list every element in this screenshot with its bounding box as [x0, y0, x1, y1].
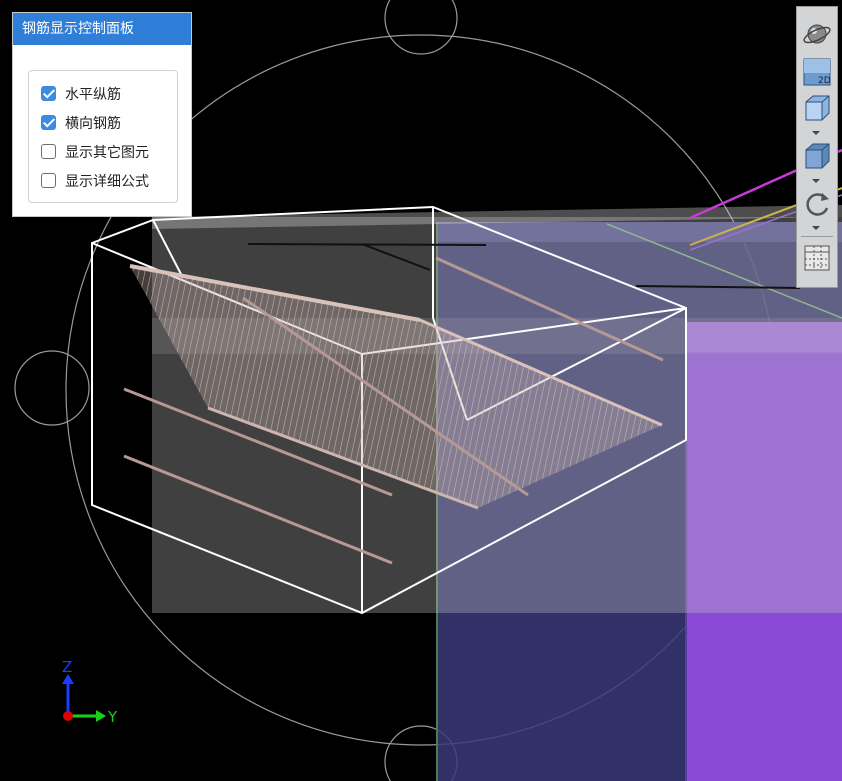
- view-3d-wire-button[interactable]: [802, 93, 832, 123]
- axis-indicator: Z Y: [50, 658, 140, 738]
- view-toolbar: 2D: [796, 6, 838, 288]
- view-2d-button[interactable]: 2D: [802, 57, 832, 87]
- checkbox-transverse-rebar[interactable]: [41, 115, 56, 130]
- chevron-down-icon[interactable]: [812, 131, 820, 135]
- checkbox-show-detailed-formula[interactable]: [41, 173, 56, 188]
- rebar-display-control-panel: 钢筋显示控制面板 水平纵筋 横向钢筋 显示其它图元 显示详细公式: [12, 12, 192, 217]
- option-label: 横向钢筋: [65, 115, 121, 132]
- view-3d-box-icon: [805, 95, 830, 121]
- nav-node-top: [384, 0, 458, 55]
- z-axis-label: Z: [62, 658, 72, 676]
- chevron-down-icon[interactable]: [812, 179, 820, 183]
- grid-settings-icon: [804, 245, 830, 271]
- orbit-icon: [803, 24, 831, 44]
- view-2d-label: 2D: [818, 76, 831, 86]
- panel-title: 钢筋显示控制面板: [13, 13, 191, 45]
- chevron-down-icon[interactable]: [812, 226, 820, 230]
- grid-settings-button[interactable]: [802, 243, 832, 273]
- checkbox-horizontal-longitudinal-rebar[interactable]: [41, 86, 56, 101]
- solid-box-icon: [805, 143, 830, 169]
- nav-node-left: [14, 350, 90, 426]
- option-transverse-rebar[interactable]: 横向钢筋: [29, 108, 177, 137]
- option-show-detailed-formula[interactable]: 显示详细公式: [29, 166, 177, 195]
- rotate-icon: [806, 193, 829, 216]
- option-show-other-elements[interactable]: 显示其它图元: [29, 137, 177, 166]
- view-solid-button[interactable]: [802, 141, 832, 171]
- orbit-button[interactable]: [802, 19, 832, 49]
- rotate-button[interactable]: [802, 189, 832, 219]
- toolbar-divider: [801, 236, 833, 237]
- option-label: 显示详细公式: [65, 173, 149, 190]
- option-horizontal-longitudinal-rebar[interactable]: 水平纵筋: [29, 79, 177, 108]
- checkbox-show-other-elements[interactable]: [41, 144, 56, 159]
- axis-origin: [63, 711, 73, 721]
- y-axis-label: Y: [107, 708, 118, 726]
- view-2d-icon: 2D: [803, 58, 831, 86]
- option-label: 显示其它图元: [65, 144, 149, 161]
- panel-options: 水平纵筋 横向钢筋 显示其它图元 显示详细公式: [28, 70, 178, 203]
- option-label: 水平纵筋: [65, 86, 121, 103]
